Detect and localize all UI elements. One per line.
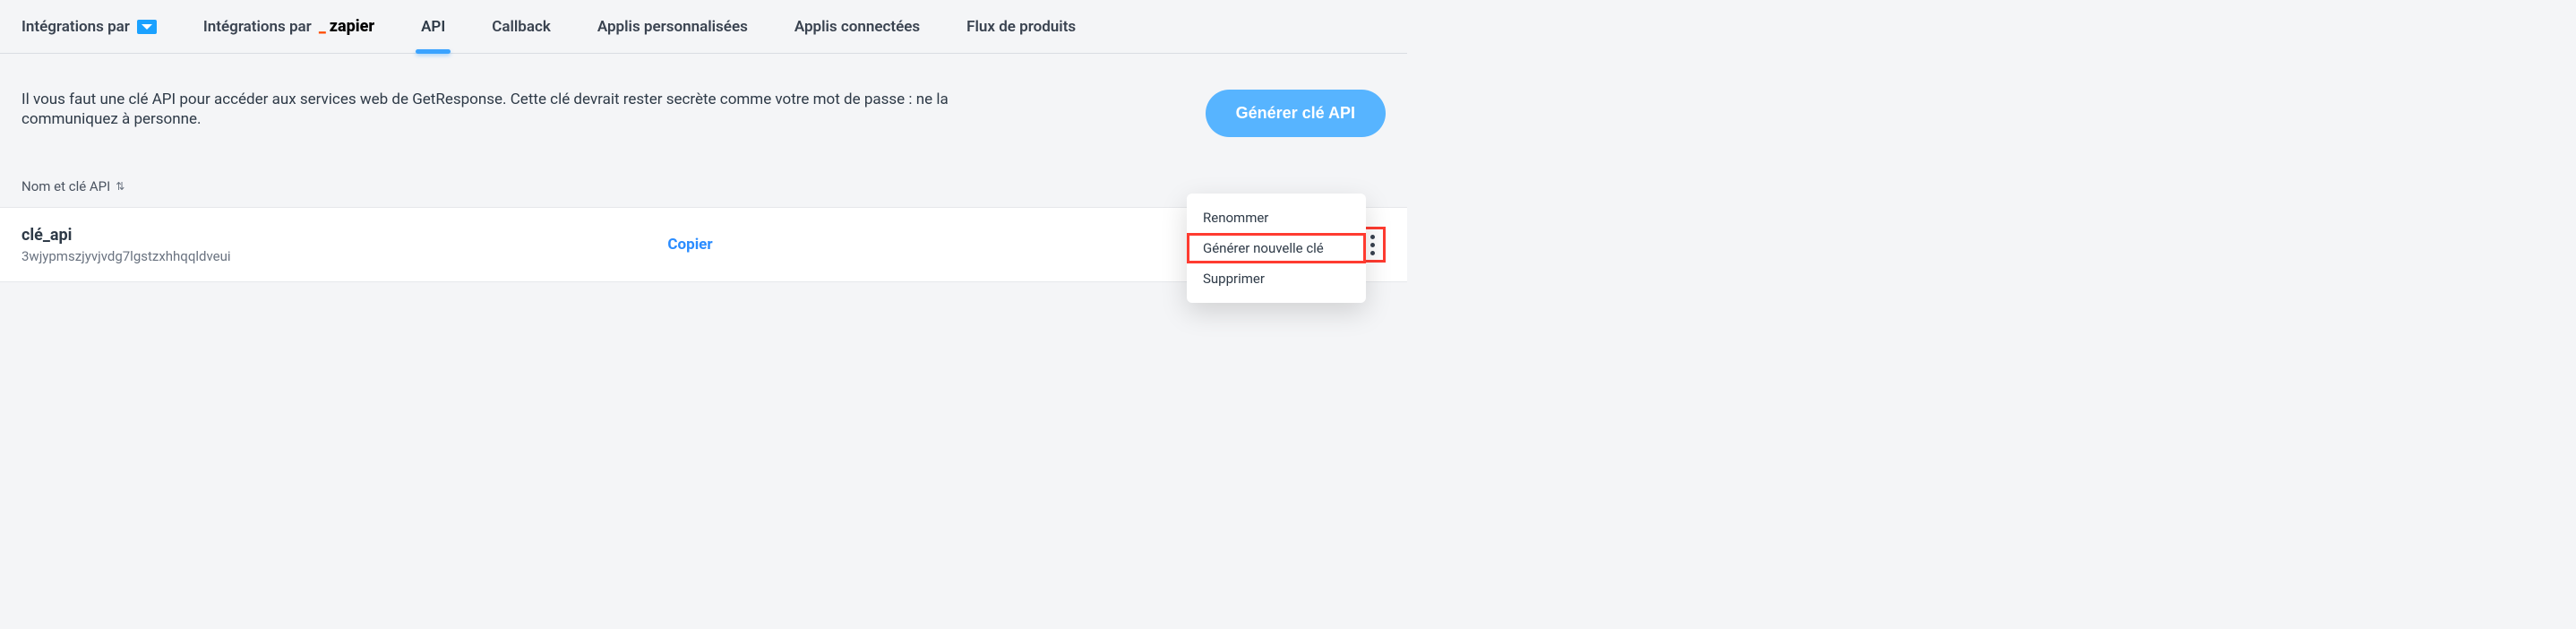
tab-api[interactable]: API [421, 0, 445, 53]
tab-label: API [421, 18, 445, 36]
tab-product-flows[interactable]: Flux de produits [966, 0, 1076, 53]
sort-icon: ⇅ [116, 181, 125, 192]
tab-label: Intégrations par [21, 18, 130, 36]
tab-custom-apps[interactable]: Applis personnalisées [597, 0, 748, 53]
column-header-name-and-key[interactable]: Nom et clé API ⇅ [21, 178, 1386, 194]
zapier-logo-icon: _zapier [319, 17, 374, 36]
tab-callback[interactable]: Callback [492, 0, 551, 53]
api-key-value: 3wjypmszjyvjvdg7lgstzxhhqqldveui [21, 248, 667, 264]
tab-label: Callback [492, 18, 551, 36]
tab-label: Applis personnalisées [597, 18, 748, 36]
menu-item-rename[interactable]: Renommer [1187, 202, 1366, 233]
tab-label: Applis connectées [794, 18, 920, 36]
column-header-label: Nom et clé API [21, 178, 110, 194]
tab-label: Intégrations par [203, 18, 312, 36]
generate-api-key-button[interactable]: Générer clé API [1206, 90, 1386, 137]
row-actions-menu: Renommer Générer nouvelle clé Supprimer [1187, 194, 1366, 303]
tab-connected-apps[interactable]: Applis connectées [794, 0, 920, 53]
menu-item-delete[interactable]: Supprimer [1187, 263, 1366, 294]
tab-bar: Intégrations par Intégrations par _zapie… [0, 0, 1407, 54]
tab-integrations-getresponse[interactable]: Intégrations par [21, 0, 157, 53]
tab-label: Flux de produits [966, 18, 1076, 36]
getresponse-logo-icon [137, 20, 157, 34]
menu-item-regenerate-key[interactable]: Générer nouvelle clé [1187, 233, 1366, 263]
api-key-name: clé_api [21, 226, 667, 245]
main-content: Il vous faut une clé API pour accéder au… [0, 54, 1407, 282]
tab-integrations-zapier[interactable]: Intégrations par _zapier [203, 0, 374, 53]
copy-api-key-link[interactable]: Copier [667, 236, 712, 254]
api-intro-text: Il vous faut une clé API pour accéder au… [21, 90, 971, 129]
